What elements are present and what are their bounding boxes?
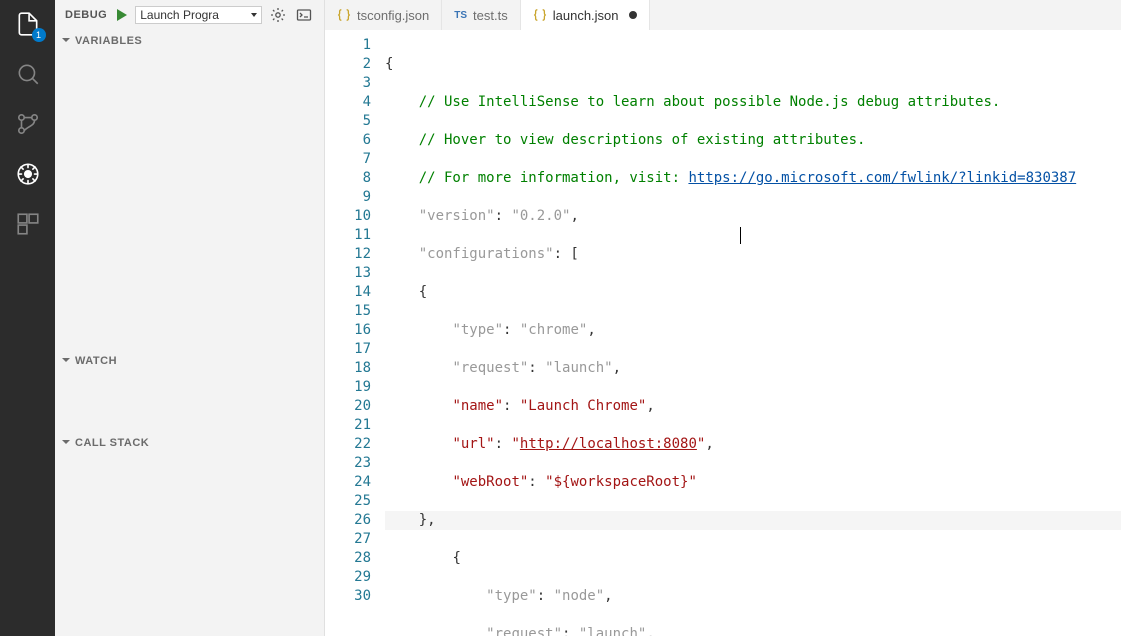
code-content[interactable]: { // Use IntelliSense to learn about pos… (385, 30, 1121, 636)
start-debug-button[interactable] (113, 7, 129, 23)
activity-bar: 1 (0, 0, 55, 636)
watch-section-header[interactable]: WATCH (55, 350, 324, 372)
chevron-down-icon (61, 437, 71, 450)
variables-section-header[interactable]: VARIABLES (55, 30, 324, 52)
variables-body (55, 52, 324, 350)
variables-label: VARIABLES (75, 35, 142, 47)
debug-title: DEBUG (65, 9, 107, 21)
tab-tsconfig[interactable]: tsconfig.json (325, 0, 442, 30)
json-icon (337, 8, 351, 22)
extensions-icon[interactable] (12, 208, 44, 240)
editor-group: tsconfig.json TS test.ts launch.json 123… (325, 0, 1121, 636)
badge: 1 (32, 28, 46, 42)
callstack-label: CALL STACK (75, 437, 149, 449)
tab-label: test.ts (473, 8, 508, 23)
tab-label: launch.json (553, 8, 619, 23)
tab-test-ts[interactable]: TS test.ts (442, 0, 520, 30)
gear-icon[interactable] (268, 5, 288, 25)
git-icon[interactable] (12, 108, 44, 140)
debug-config-select[interactable]: Launch Progra (135, 6, 262, 24)
watch-label: WATCH (75, 355, 117, 367)
dirty-indicator-icon (629, 11, 637, 19)
search-icon[interactable] (12, 58, 44, 90)
line-gutter: 1234567891011121314151617181920212223242… (325, 30, 385, 636)
console-icon[interactable] (294, 5, 314, 25)
chevron-down-icon (61, 355, 71, 368)
ts-icon: TS (454, 10, 467, 21)
tab-launch-json[interactable]: launch.json (521, 0, 650, 30)
text-cursor (740, 227, 741, 244)
debug-header: DEBUG Launch Progra (55, 0, 324, 30)
debug-sidebar: DEBUG Launch Progra VARIABLES WATCH CALL… (55, 0, 325, 636)
debug-icon[interactable] (12, 158, 44, 190)
tab-bar: tsconfig.json TS test.ts launch.json (325, 0, 1121, 30)
watch-body (55, 372, 324, 432)
explorer-icon[interactable]: 1 (12, 8, 44, 40)
json-icon (533, 8, 547, 22)
tab-label: tsconfig.json (357, 8, 429, 23)
chevron-down-icon (61, 35, 71, 48)
code-editor[interactable]: 1234567891011121314151617181920212223242… (325, 30, 1121, 636)
callstack-section-header[interactable]: CALL STACK (55, 432, 324, 454)
